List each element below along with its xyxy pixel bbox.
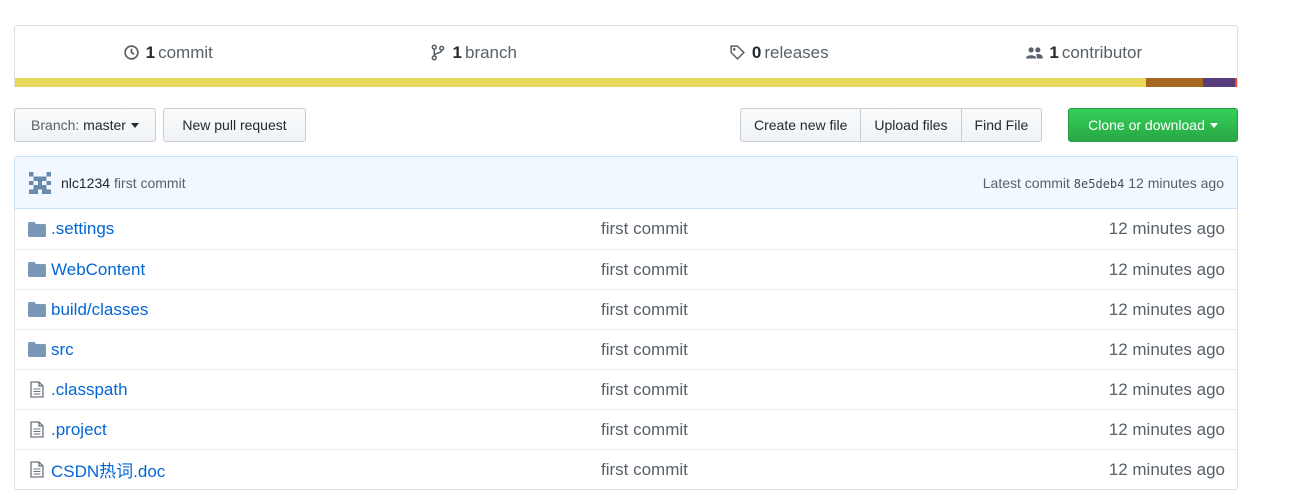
file-age: 12 minutes ago — [1108, 419, 1225, 439]
branches-link[interactable]: 1 branch — [321, 43, 627, 63]
file-commit-message[interactable]: first commit — [601, 300, 901, 320]
file-commit-message[interactable]: first commit — [601, 340, 901, 360]
numbers-summary: 1 commit 1 branch 0 releases 1 contributor — [15, 26, 1237, 79]
table-row: WebContent first commit 12 minutes ago — [15, 249, 1237, 289]
commit-author[interactable]: nlc1234 — [61, 175, 110, 191]
branches-count: 1 — [452, 42, 462, 62]
file-age: 12 minutes ago — [1108, 339, 1225, 359]
language-segment[interactable] — [1146, 78, 1204, 87]
file-age: 12 minutes ago — [1108, 379, 1225, 399]
file-name-link[interactable]: build/classes — [51, 300, 601, 320]
avatar[interactable] — [29, 171, 51, 194]
releases-label: releases — [764, 42, 829, 62]
commit-age: 12 minutes ago — [1128, 174, 1224, 191]
contributors-label: contributor — [1061, 42, 1143, 62]
file-icon — [27, 461, 47, 479]
history-icon — [123, 45, 139, 60]
language-bar[interactable] — [15, 78, 1238, 87]
language-segment[interactable] — [1203, 78, 1235, 87]
contributors-count: 1 — [1049, 42, 1059, 62]
file-age: 12 minutes ago — [1108, 219, 1225, 238]
file-name-link[interactable]: CSDN热词.doc — [51, 457, 601, 482]
create-new-file-button[interactable]: Create new file — [740, 108, 861, 142]
find-file-button[interactable]: Find File — [960, 108, 1043, 142]
file-commit-message[interactable]: first commit — [601, 420, 901, 440]
language-segment[interactable] — [1234, 78, 1238, 87]
commits-count: 1 — [145, 42, 156, 62]
file-age: 12 minutes ago — [1108, 299, 1225, 319]
file-age: 12 minutes ago — [1108, 459, 1225, 479]
file-icon — [27, 421, 47, 439]
clone-or-download-button[interactable]: Clone or download — [1068, 108, 1238, 142]
branch-icon — [431, 44, 444, 61]
branch-select-value: master — [83, 117, 126, 133]
file-icon — [27, 381, 47, 399]
table-row: build/classes first commit 12 minutes ago — [15, 289, 1237, 329]
table-row: src first commit 12 minutes ago — [15, 329, 1237, 369]
latest-commit-info: Latest commit 8e5deb4 12 minutes ago — [983, 175, 1224, 191]
new-pull-request-button[interactable]: New pull request — [163, 108, 306, 142]
releases-count: 0 — [751, 42, 762, 62]
repo-summary: 1 commit 1 branch 0 releases 1 contributor — [14, 25, 1238, 87]
file-name-link[interactable]: src — [51, 340, 601, 360]
commit-message[interactable]: first commit — [114, 175, 186, 191]
people-icon — [1026, 47, 1044, 59]
folder-icon — [27, 261, 47, 279]
file-commit-message[interactable]: first commit — [601, 460, 901, 480]
language-segment[interactable] — [15, 78, 1147, 87]
file-age: 12 minutes ago — [1108, 259, 1225, 279]
branch-select-button[interactable]: Branch: master — [14, 108, 156, 142]
latest-commit-label: Latest commit — [982, 174, 1070, 191]
file-name-link[interactable]: WebContent — [51, 260, 601, 280]
file-commit-message[interactable]: first commit — [601, 260, 901, 280]
table-row: CSDN热词.doc first commit 12 minutes ago — [15, 449, 1237, 489]
file-commit-message[interactable]: first commit — [601, 219, 901, 239]
caret-down-icon — [130, 122, 139, 128]
file-name-link[interactable]: .project — [51, 420, 601, 440]
branches-label: branch — [464, 42, 517, 62]
clone-or-download-label: Clone or download — [1088, 117, 1205, 133]
table-row: .settings first commit 12 minutes ago — [15, 209, 1237, 249]
commits-label: commit — [158, 42, 213, 62]
file-actions: Create new file Upload files Find File — [740, 108, 1043, 142]
file-commit-message[interactable]: first commit — [601, 380, 901, 400]
folder-icon — [27, 341, 47, 359]
tag-icon — [730, 45, 745, 60]
folder-icon — [27, 301, 47, 319]
caret-down-icon — [1209, 122, 1218, 128]
table-row: .classpath first commit 12 minutes ago — [15, 369, 1237, 409]
file-list: .settings first commit 12 minutes ago WebCo… — [14, 209, 1238, 490]
commit-sha[interactable]: 8e5deb4 — [1074, 177, 1125, 191]
releases-link[interactable]: 0 releases — [626, 43, 932, 63]
file-name-link[interactable]: .classpath — [51, 380, 601, 400]
commits-link[interactable]: 1 commit — [15, 43, 321, 63]
latest-commit-bar: nlc1234 first commit Latest commit 8e5de… — [14, 156, 1238, 209]
branch-select-label: Branch: — [31, 117, 80, 133]
folder-icon — [27, 220, 47, 238]
upload-files-button[interactable]: Upload files — [860, 108, 961, 142]
table-row: .project first commit 12 minutes ago — [15, 409, 1237, 449]
contributors-link[interactable]: 1 contributor — [932, 43, 1238, 63]
file-name-link[interactable]: .settings — [51, 219, 601, 239]
